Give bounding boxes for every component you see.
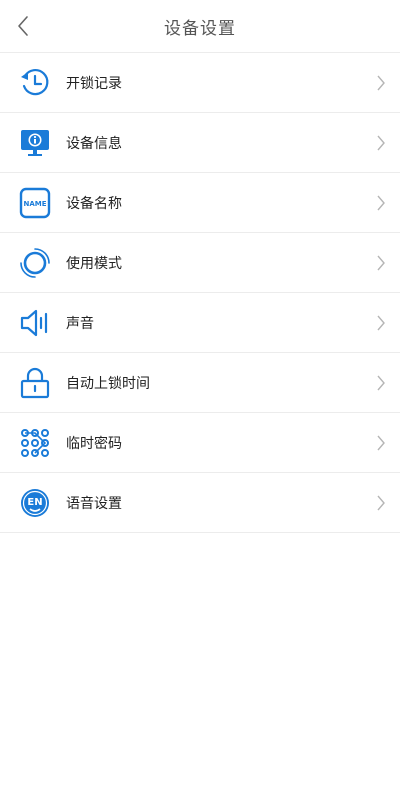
chevron-right-icon — [377, 315, 385, 330]
menu-item-label: 临时密码 — [66, 435, 122, 452]
menu-item-temporary-password[interactable]: 临时密码 — [0, 413, 400, 473]
chevron-right-icon — [377, 495, 385, 510]
lock-icon — [19, 367, 51, 399]
menu-item-label: 设备名称 — [66, 195, 122, 212]
chevron-right-icon — [377, 375, 385, 390]
chevron-right-icon — [377, 75, 385, 90]
info-monitor-icon — [19, 127, 51, 159]
menu-item-label: 开锁记录 — [66, 75, 122, 92]
svg-text:NAME: NAME — [23, 200, 46, 208]
svg-text:EN: EN — [27, 497, 42, 508]
menu-item-device-name[interactable]: NAME 设备名称 — [0, 173, 400, 233]
menu-item-label: 自动上锁时间 — [66, 375, 150, 392]
menu-item-sound[interactable]: 声音 — [0, 293, 400, 353]
chevron-right-icon — [377, 195, 385, 210]
ring-mode-icon — [19, 247, 51, 279]
chevron-right-icon — [377, 435, 385, 450]
menu-item-device-info[interactable]: 设备信息 — [0, 113, 400, 173]
speaker-icon — [19, 307, 51, 339]
page-title: 设备设置 — [164, 18, 236, 39]
menu-item-label: 使用模式 — [66, 255, 122, 272]
keypad-dots-icon — [19, 427, 51, 459]
history-icon — [19, 67, 51, 99]
settings-list: 开锁记录 设备信息 NAME 设备名称 使用模式 声音 自动上锁时间 临时密码 … — [0, 53, 400, 533]
chevron-left-icon — [18, 16, 28, 36]
back-button[interactable] — [8, 8, 38, 44]
chevron-right-icon — [377, 135, 385, 150]
chevron-right-icon — [377, 255, 385, 270]
menu-item-usage-mode[interactable]: 使用模式 — [0, 233, 400, 293]
name-tag-icon: NAME — [19, 187, 51, 219]
language-en-icon: EN — [19, 487, 51, 519]
menu-item-label: 声音 — [66, 315, 94, 332]
menu-item-auto-lock-time[interactable]: 自动上锁时间 — [0, 353, 400, 413]
menu-item-unlock-records[interactable]: 开锁记录 — [0, 53, 400, 113]
menu-item-voice-settings[interactable]: EN 语音设置 — [0, 473, 400, 533]
menu-item-label: 语音设置 — [66, 495, 122, 512]
top-bar: 设备设置 — [0, 0, 400, 53]
menu-item-label: 设备信息 — [66, 135, 122, 152]
